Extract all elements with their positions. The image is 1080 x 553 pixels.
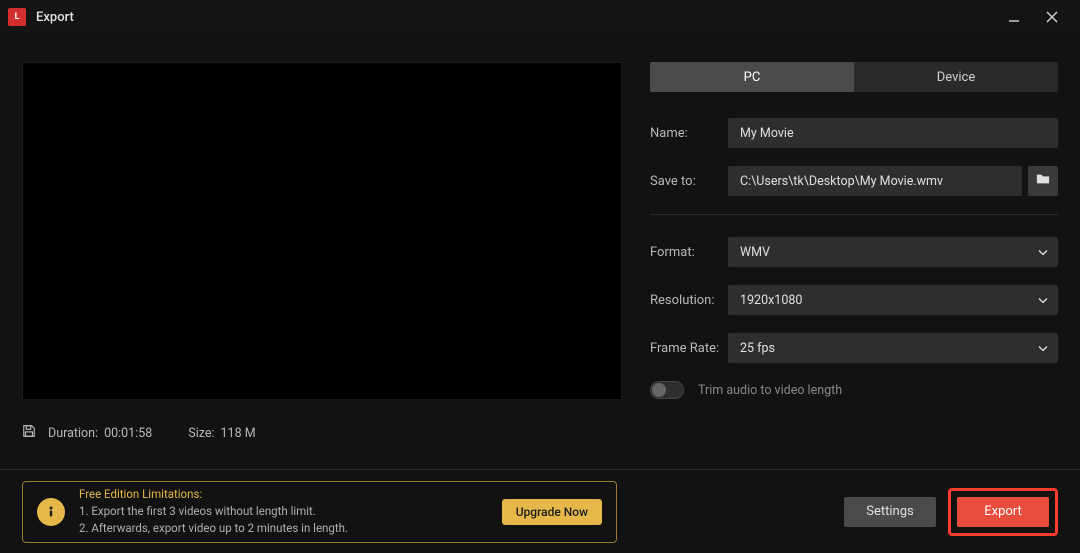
- footer: Free Edition Limitations: 1. Export the …: [0, 469, 1080, 553]
- save-disk-icon: [22, 424, 36, 442]
- info-icon: [37, 498, 65, 526]
- content: Duration: 00:01:58 Size: 118 M PC Device…: [0, 34, 1080, 442]
- limitations-line2: 2. Afterwards, export video up to 2 minu…: [79, 520, 488, 537]
- footer-actions: Settings Export: [844, 488, 1058, 536]
- upgrade-button[interactable]: Upgrade Now: [502, 499, 602, 525]
- saveto-label: Save to:: [650, 174, 728, 189]
- toggle-knob: [652, 383, 666, 397]
- meta-row: Duration: 00:01:58 Size: 118 M: [22, 424, 622, 442]
- tab-pc[interactable]: PC: [650, 62, 854, 92]
- settings-button[interactable]: Settings: [844, 497, 936, 527]
- limitations-title: Free Edition Limitations:: [79, 486, 488, 503]
- right-panel: PC Device Name: Save to:: [650, 62, 1058, 442]
- video-preview: [22, 62, 622, 400]
- format-select[interactable]: WMV: [728, 237, 1058, 267]
- limitations-line1: 1. Export the first 3 videos without len…: [79, 503, 488, 520]
- name-input[interactable]: [728, 118, 1058, 148]
- minimize-button[interactable]: [1004, 7, 1024, 27]
- duration-value: 00:01:58: [104, 426, 152, 441]
- export-button[interactable]: Export: [957, 497, 1049, 527]
- left-panel: Duration: 00:01:58 Size: 118 M: [22, 62, 622, 442]
- resolution-select[interactable]: 1920x1080: [728, 285, 1058, 315]
- framerate-select[interactable]: 25 fps: [728, 333, 1058, 363]
- name-label: Name:: [650, 126, 728, 141]
- window-title: Export: [36, 10, 1004, 25]
- duration-label: Duration:: [48, 426, 98, 441]
- trim-audio-label: Trim audio to video length: [698, 383, 842, 398]
- browse-button[interactable]: [1028, 166, 1058, 196]
- tab-device[interactable]: Device: [854, 62, 1058, 92]
- folder-icon: [1036, 172, 1050, 190]
- saveto-input[interactable]: [728, 166, 1022, 196]
- limitations-banner: Free Edition Limitations: 1. Export the …: [22, 481, 617, 543]
- size-value: 118 M: [221, 426, 256, 441]
- format-label: Format:: [650, 245, 728, 260]
- app-icon: L: [8, 8, 26, 26]
- export-form: Name: Save to: Format:: [650, 118, 1058, 399]
- limitations-text: Free Edition Limitations: 1. Export the …: [79, 486, 488, 536]
- close-button[interactable]: [1042, 7, 1062, 27]
- framerate-label: Frame Rate:: [650, 341, 728, 356]
- export-tabs: PC Device: [650, 62, 1058, 92]
- resolution-label: Resolution:: [650, 293, 728, 308]
- window-controls: [1004, 7, 1072, 27]
- titlebar: L Export: [0, 0, 1080, 34]
- size-label: Size:: [188, 426, 214, 441]
- divider: [650, 214, 1058, 215]
- trim-audio-toggle[interactable]: [650, 381, 684, 399]
- export-highlight: Export: [948, 488, 1058, 536]
